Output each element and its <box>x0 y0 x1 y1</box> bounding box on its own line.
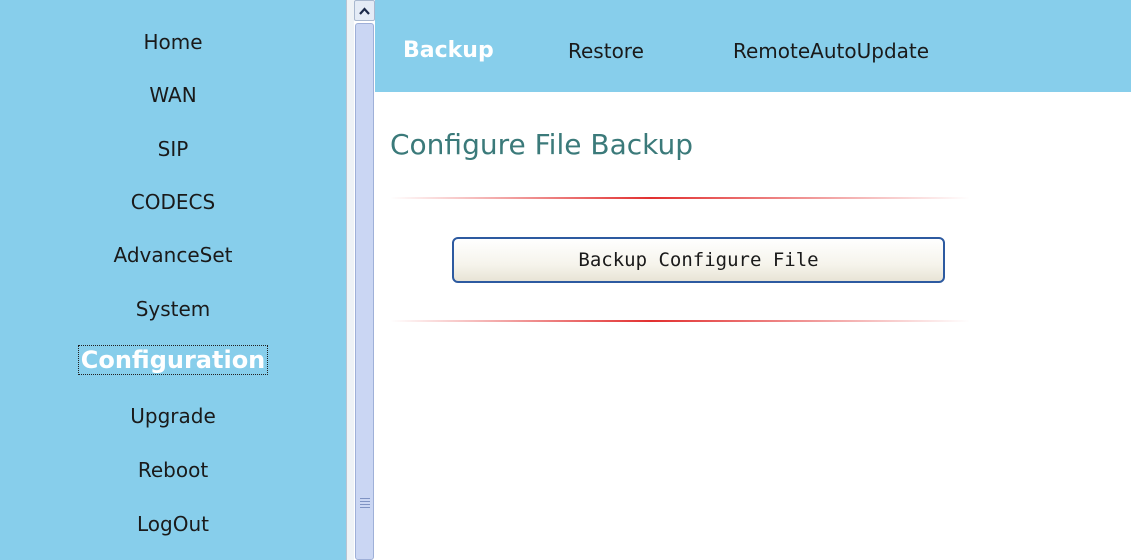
frame-divider[interactable] <box>346 0 354 560</box>
divider-top <box>390 197 970 199</box>
app-window: Home WAN SIP CODECS AdvanceSet System Co… <box>0 0 1131 560</box>
sidebar-item-codecs[interactable]: CODECS <box>0 188 346 216</box>
tab-bar: Backup Restore RemoteAutoUpdate <box>375 0 1131 92</box>
sidebar-item-system[interactable]: System <box>0 295 346 323</box>
scroll-up-button[interactable] <box>354 0 375 21</box>
sidebar-item-configuration[interactable]: Configuration <box>0 345 346 375</box>
sidebar-item-label: WAN <box>149 83 197 107</box>
grip-icon <box>360 498 370 512</box>
page-title: Configure File Backup <box>390 128 693 161</box>
sidebar-item-upgrade[interactable]: Upgrade <box>0 402 346 430</box>
tab-remote-auto-update[interactable]: RemoteAutoUpdate <box>733 36 929 66</box>
sidebar-item-home[interactable]: Home <box>0 28 346 56</box>
scroll-thumb[interactable] <box>355 23 374 560</box>
sidebar-item-label: Home <box>143 30 203 54</box>
sidebar-item-label: CODECS <box>130 190 216 214</box>
sidebar-item-logout[interactable]: LogOut <box>0 510 346 538</box>
tab-restore[interactable]: Restore <box>568 36 644 66</box>
sidebar-item-label: Reboot <box>137 458 209 482</box>
sidebar-item-sip[interactable]: SIP <box>0 135 346 163</box>
sidebar: Home WAN SIP CODECS AdvanceSet System Co… <box>0 0 346 560</box>
sidebar-item-label: AdvanceSet <box>113 243 233 267</box>
sidebar-item-label: Upgrade <box>130 404 216 428</box>
sidebar-item-wan[interactable]: WAN <box>0 81 346 109</box>
chevron-up-icon <box>359 6 370 15</box>
tab-backup[interactable]: Backup <box>403 36 494 66</box>
sidebar-item-advanceset[interactable]: AdvanceSet <box>0 241 346 269</box>
backup-configure-file-button[interactable]: Backup Configure File <box>452 237 945 283</box>
vertical-scrollbar[interactable] <box>354 0 375 560</box>
content-frame: Backup Restore RemoteAutoUpdate Configur… <box>375 0 1131 560</box>
sidebar-item-label: System <box>135 297 211 321</box>
sidebar-item-label: Configuration <box>77 345 269 375</box>
divider-bottom <box>390 320 970 322</box>
sidebar-item-reboot[interactable]: Reboot <box>0 456 346 484</box>
sidebar-item-label: LogOut <box>137 512 209 536</box>
sidebar-item-label: SIP <box>157 137 189 161</box>
